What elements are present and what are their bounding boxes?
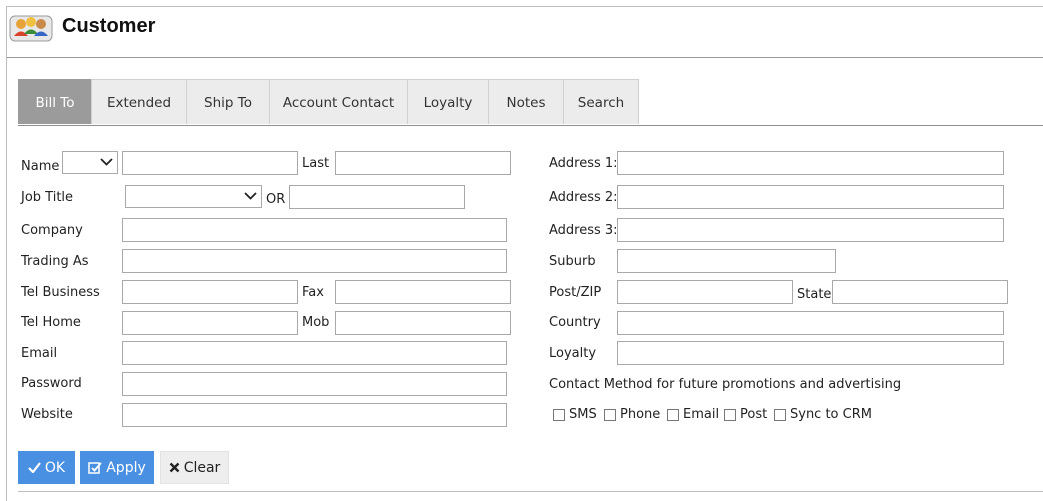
contact-method-heading: Contact Method for future promotions and… [549,377,902,392]
tel-home-input[interactable] [122,311,298,335]
tab-bar: Bill To Extended Ship To Account Contact… [18,79,639,125]
sync-to-crm-label: Sync to CRM [790,407,872,422]
address3-label: Address 3: [549,223,618,238]
email-label: Email [21,346,58,361]
last-name-label: Last [302,156,330,171]
first-name-input[interactable] [122,151,298,175]
email-input[interactable] [122,341,507,365]
state-label: State [797,287,832,302]
password-input[interactable] [122,372,507,396]
sms-label: SMS [569,407,597,422]
state-input[interactable] [832,280,1008,304]
tel-home-label: Tel Home [21,315,81,330]
mob-label: Mob [302,315,330,330]
apply-button-label: Apply [106,459,146,476]
loyalty-input[interactable] [617,341,1004,365]
job-title-select[interactable] [125,185,262,208]
post-zip-input[interactable] [617,280,793,304]
country-label: Country [549,315,601,330]
suburb-input[interactable] [617,249,836,273]
close-icon [169,462,180,473]
customers-app-icon [9,13,53,43]
website-label: Website [21,407,73,422]
title-bar [7,7,1043,57]
title-divider [7,57,1043,58]
tab-divider [18,125,1043,126]
check-icon [28,462,41,473]
chevron-down-icon [244,192,257,200]
clear-button[interactable]: Clear [160,451,229,484]
page-title: Customer [62,15,156,37]
suburb-label: Suburb [549,254,596,269]
website-input[interactable] [122,403,507,427]
fax-input[interactable] [335,280,511,304]
address1-label: Address 1: [549,156,618,171]
email-checkbox[interactable] [667,409,679,421]
last-name-input[interactable] [335,151,511,175]
name-label: Name [21,159,60,174]
post-zip-label: Post/ZIP [549,285,602,300]
address3-input[interactable] [617,218,1004,242]
fax-label: Fax [302,285,324,300]
tel-business-input[interactable] [122,280,298,304]
bottom-divider [18,491,1043,492]
edit-check-icon [88,462,102,474]
ok-button-label: OK [44,459,66,476]
address1-input[interactable] [617,151,1004,175]
sync-to-crm-checkbox[interactable] [774,409,786,421]
apply-button[interactable]: Apply [80,451,154,484]
job-title-label: Job Title [21,190,74,205]
email-option-label: Email [683,407,720,422]
or-label: OR [266,192,286,207]
tab-ship-to[interactable]: Ship To [186,79,270,124]
loyalty-label: Loyalty [549,346,597,361]
address2-label: Address 2: [549,190,618,205]
chevron-down-icon [100,158,113,166]
trading-as-input[interactable] [122,249,507,273]
tel-business-label: Tel Business [21,285,100,300]
tab-notes[interactable]: Notes [488,79,564,124]
tab-extended[interactable]: Extended [91,79,187,124]
mob-input[interactable] [335,311,511,335]
ok-button[interactable]: OK [18,451,75,484]
country-input[interactable] [617,311,1004,335]
sms-checkbox[interactable] [553,409,565,421]
window-frame-left [6,6,7,501]
clear-button-label: Clear [183,459,221,476]
tab-account-contact[interactable]: Account Contact [269,79,408,124]
password-label: Password [21,376,82,391]
phone-checkbox[interactable] [604,409,616,421]
phone-label: Phone [620,407,661,422]
tab-loyalty[interactable]: Loyalty [407,79,489,124]
name-title-select[interactable] [62,151,118,174]
company-label: Company [21,223,83,238]
tab-bill-to[interactable]: Bill To [18,79,92,124]
post-label: Post [740,407,768,422]
trading-as-label: Trading As [21,254,89,269]
job-title-custom-input[interactable] [289,185,465,209]
address2-input[interactable] [617,185,1004,209]
tab-search[interactable]: Search [563,79,639,124]
company-input[interactable] [122,218,507,242]
post-checkbox[interactable] [724,409,736,421]
